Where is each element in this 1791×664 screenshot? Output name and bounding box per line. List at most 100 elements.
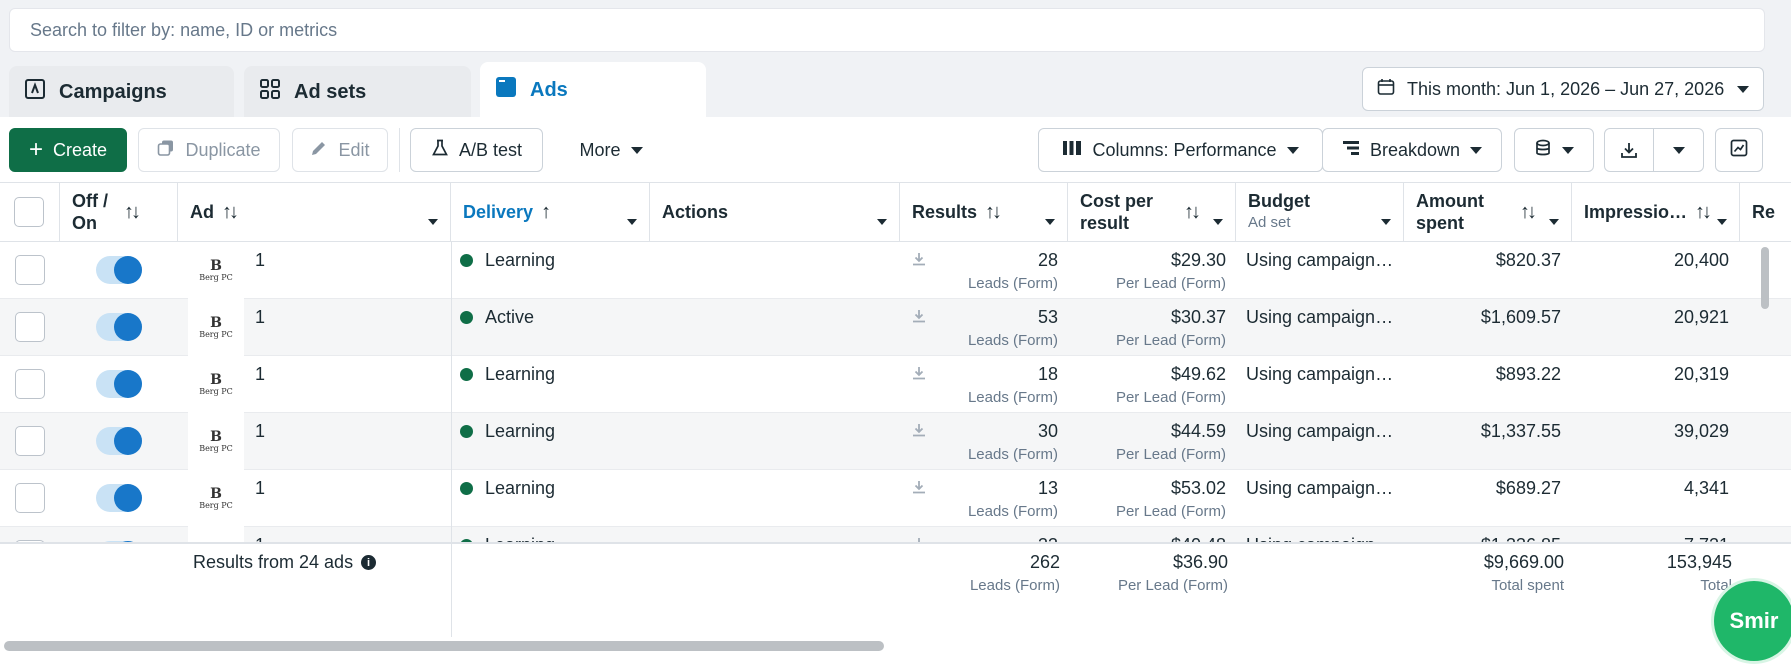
column-ad[interactable]: Ad ↑↓ xyxy=(178,183,451,241)
date-range-picker[interactable]: This month: Jun 1, 2026 – Jun 27, 2026 xyxy=(1362,67,1764,111)
vertical-scrollbar[interactable] xyxy=(1761,247,1769,309)
sort-icon[interactable]: ↑↓ xyxy=(985,201,1002,224)
cpr-value: $30.37 xyxy=(1170,307,1226,327)
ad-toggle[interactable] xyxy=(96,313,142,341)
search-input[interactable] xyxy=(30,19,1764,41)
column-delivery[interactable]: Delivery ↑ xyxy=(451,183,650,241)
totals-amount-spent: $9,669.00 Total spent xyxy=(1404,544,1564,634)
row-checkbox[interactable] xyxy=(15,426,45,456)
create-label: Create xyxy=(52,139,108,160)
table-row[interactable]: B Berg PC 1 Learning 18 Leads (Form) $49.62 Per… xyxy=(0,356,1791,413)
more-button[interactable]: More xyxy=(563,128,659,172)
column-impressions[interactable]: Impressio… ↑↓ xyxy=(1572,183,1740,241)
table-row[interactable]: B Berg PC 1 Active 53 Leads (Form) $30.37 Per L… xyxy=(0,299,1791,356)
export-button[interactable] xyxy=(1604,128,1704,172)
totals-label-text: Results from 24 ads xyxy=(193,552,354,572)
table-row[interactable]: B Berg PC 1 Learning 13 Leads (Form) $53.02 Per… xyxy=(0,470,1791,527)
results-value: 53 xyxy=(1037,307,1058,327)
column-amount-spent[interactable]: Amount spent ↑↓ xyxy=(1404,183,1572,241)
column-actions[interactable]: Actions xyxy=(650,183,900,241)
ad-thumbnail[interactable]: BBerg PC xyxy=(188,242,244,299)
ad-name[interactable]: 1 xyxy=(255,307,265,328)
row-checkbox[interactable] xyxy=(15,483,45,513)
toggle-knob xyxy=(114,370,142,398)
ab-test-button[interactable]: A/B test xyxy=(410,128,543,172)
info-icon[interactable]: i xyxy=(361,555,377,570)
results-cell: 53 Leads (Form) xyxy=(900,299,1058,356)
create-button[interactable]: + Create xyxy=(9,128,127,172)
cpr-sub: Per Lead (Form) xyxy=(1115,503,1226,520)
chevron-down-icon[interactable] xyxy=(1213,209,1223,230)
column-label: Results xyxy=(912,201,978,222)
chevron-down-icon[interactable] xyxy=(1654,146,1703,154)
ad-name[interactable]: 1 xyxy=(255,478,265,499)
column-results[interactable]: Results ↑↓ xyxy=(900,183,1068,241)
ad-toggle[interactable] xyxy=(96,256,142,284)
delivery-status: Learning xyxy=(460,527,640,542)
ad-thumbnail[interactable]: BBerg PC xyxy=(188,527,244,542)
select-all-column xyxy=(0,183,60,241)
column-label: Impressio… xyxy=(1584,201,1688,222)
table-row[interactable]: B Berg PC 1 Learning 28 Leads (Form) $29.30 Per… xyxy=(0,242,1791,299)
column-divider xyxy=(451,242,452,299)
ad-toggle[interactable] xyxy=(96,370,142,398)
sort-ascending-icon[interactable]: ↑ xyxy=(541,201,551,224)
horizontal-scrollbar[interactable] xyxy=(4,641,884,651)
chevron-down-icon[interactable] xyxy=(877,209,887,230)
table-row[interactable]: BBerg PC 1 Learning 33Leads (Form) $40.48Per… xyxy=(0,527,1791,542)
sort-icon[interactable]: ↑↓ xyxy=(1695,201,1712,224)
chevron-down-icon[interactable] xyxy=(1549,209,1559,230)
tab-ads[interactable]: Ads xyxy=(480,62,706,118)
chart-button[interactable] xyxy=(1715,128,1763,172)
sort-icon[interactable]: ↑↓ xyxy=(124,201,141,224)
ad-thumbnail[interactable]: BBerg PC xyxy=(188,470,244,527)
ad-name[interactable]: 1 xyxy=(255,421,265,442)
status-dot xyxy=(460,482,473,495)
column-label: Off / On xyxy=(72,191,108,233)
ad-thumbnail[interactable]: BBerg PC xyxy=(188,356,244,413)
sort-icon[interactable]: ↑↓ xyxy=(222,201,239,224)
chat-assistant-button[interactable]: Smir xyxy=(1714,581,1791,661)
select-all-checkbox[interactable] xyxy=(14,197,44,227)
tab-ad-sets[interactable]: Ad sets xyxy=(244,66,471,118)
ad-name[interactable]: 1 xyxy=(255,250,265,271)
column-budget[interactable]: Budget Ad set xyxy=(1236,183,1404,241)
columns-button[interactable]: Columns: Performance xyxy=(1038,128,1323,172)
cost-per-result-cell: $40.48Per Lead (Form) xyxy=(1068,527,1226,542)
sort-icon[interactable]: ↑↓ xyxy=(1520,201,1537,224)
ad-thumbnail[interactable]: BBerg PC xyxy=(188,413,244,470)
delivery-status: Learning xyxy=(460,242,640,299)
chevron-down-icon[interactable] xyxy=(1717,209,1727,230)
ad-name[interactable]: 1 xyxy=(255,364,265,385)
amount-spent-cell: $1,336.85 xyxy=(1404,527,1561,542)
ad-name[interactable]: 1 xyxy=(255,535,265,542)
search-bar[interactable] xyxy=(9,8,1765,52)
sort-icon[interactable]: ↑↓ xyxy=(1184,201,1201,224)
column-cost-per-result[interactable]: Cost per result ↑↓ xyxy=(1068,183,1236,241)
ad-toggle[interactable] xyxy=(96,427,142,455)
chevron-down-icon[interactable] xyxy=(1045,209,1055,230)
ad-thumbnail[interactable]: BBerg PC xyxy=(188,299,244,356)
edit-button[interactable]: Edit xyxy=(292,128,388,172)
duplicate-icon xyxy=(157,139,175,162)
duplicate-button[interactable]: Duplicate xyxy=(138,128,280,172)
column-off-on[interactable]: Off / On ↑↓ xyxy=(60,183,178,241)
chevron-down-icon[interactable] xyxy=(1381,209,1391,230)
budget-value: Using campaign… xyxy=(1246,364,1394,384)
column-divider xyxy=(451,470,452,527)
row-checkbox[interactable] xyxy=(15,312,45,342)
chevron-down-icon[interactable] xyxy=(627,209,637,230)
impressions-value: 39,029 xyxy=(1673,421,1729,441)
column-reach[interactable]: Re xyxy=(1740,183,1791,241)
row-checkbox[interactable] xyxy=(15,255,45,285)
download-icon[interactable] xyxy=(1605,129,1655,171)
impressions-cell: 7,721 xyxy=(1572,527,1729,542)
chevron-down-icon[interactable] xyxy=(428,209,438,230)
table-row[interactable]: B Berg PC 1 Learning 30 Leads (Form) $44.59 Per… xyxy=(0,413,1791,470)
row-checkbox[interactable] xyxy=(15,369,45,399)
reports-button[interactable] xyxy=(1514,128,1594,172)
tab-campaigns[interactable]: Campaigns xyxy=(9,66,234,118)
chevron-down-icon xyxy=(1562,146,1574,154)
breakdown-button[interactable]: Breakdown xyxy=(1322,128,1502,172)
ad-toggle[interactable] xyxy=(96,484,142,512)
